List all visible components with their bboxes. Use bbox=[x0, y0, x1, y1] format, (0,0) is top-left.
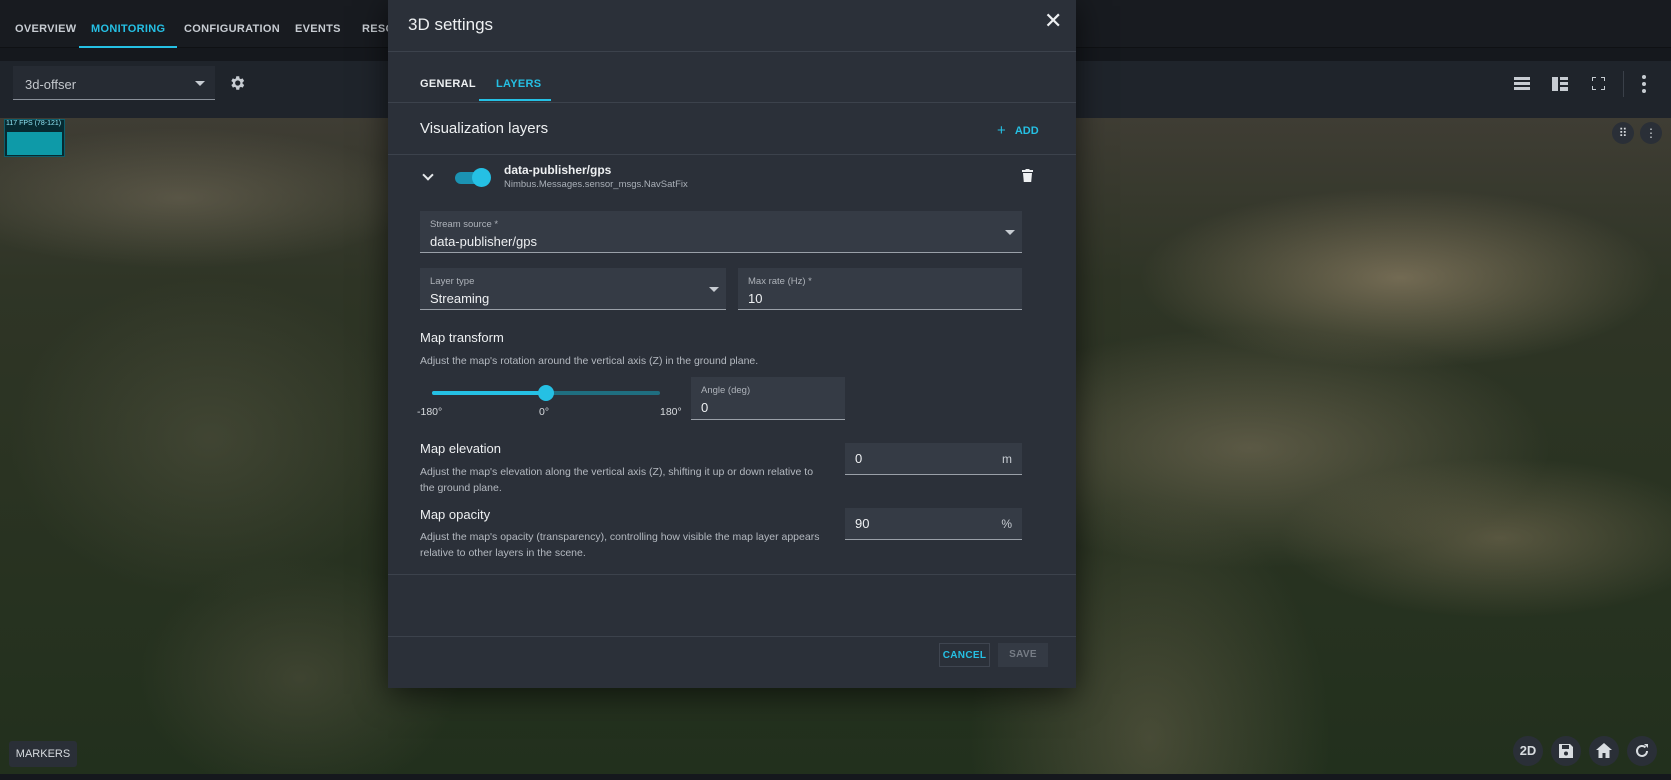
rotation-slider-fill bbox=[432, 391, 546, 395]
layer-type-label: Layer type bbox=[430, 276, 475, 287]
tab-events[interactable]: EVENTS bbox=[295, 0, 341, 48]
max-rate-input[interactable]: Max rate (Hz) * 10 bbox=[738, 268, 1022, 310]
max-rate-value: 10 bbox=[748, 291, 763, 306]
more-vert-icon[interactable] bbox=[1642, 75, 1646, 93]
bottom-strip bbox=[0, 774, 1671, 780]
map-elevation-title: Map elevation bbox=[420, 441, 501, 456]
tab-overview[interactable]: OVERVIEW bbox=[15, 0, 77, 48]
stream-source-label: Stream source * bbox=[430, 219, 499, 230]
divider bbox=[388, 636, 1076, 637]
elevation-unit: m bbox=[1002, 452, 1012, 466]
map-opacity-description-line1: Adjust the map's opacity (transparency),… bbox=[420, 531, 820, 543]
save-view-button[interactable] bbox=[1551, 736, 1581, 766]
dashboard-select-value: 3d-offser bbox=[25, 77, 77, 92]
divider bbox=[388, 102, 1076, 103]
map-more-vert-icon[interactable]: ⋮ bbox=[1640, 122, 1662, 144]
visualization-layers-title: Visualization layers bbox=[420, 120, 549, 137]
cancel-button[interactable]: CANCEL bbox=[939, 643, 990, 667]
tab-layers[interactable]: LAYERS bbox=[496, 78, 541, 90]
fullscreen-icon[interactable] bbox=[1592, 77, 1605, 90]
opacity-input[interactable]: 90 % bbox=[845, 508, 1022, 540]
tab-general[interactable]: GENERAL bbox=[420, 78, 476, 90]
divider bbox=[388, 574, 1076, 575]
home-view-button[interactable] bbox=[1589, 736, 1619, 766]
chevron-down-icon bbox=[1005, 230, 1015, 235]
divider bbox=[388, 51, 1076, 52]
layer-name: data-publisher/gps bbox=[504, 163, 612, 177]
map-opacity-title: Map opacity bbox=[420, 507, 491, 522]
chevron-down-icon[interactable] bbox=[422, 169, 434, 181]
map-opacity-description-line2: relative to other layers in the scene. bbox=[420, 547, 586, 559]
settings-dialog: 3D settings ✕ GENERAL LAYERS Visualizati… bbox=[388, 0, 1076, 688]
dashboard-select[interactable]: 3d-offser bbox=[13, 66, 215, 100]
dialog-title: 3D settings bbox=[408, 15, 494, 34]
home-icon bbox=[1596, 743, 1612, 758]
fps-graph bbox=[7, 132, 62, 155]
chevron-down-icon bbox=[709, 287, 719, 292]
refresh-icon bbox=[1636, 744, 1648, 757]
stream-source-value: data-publisher/gps bbox=[430, 234, 537, 249]
map-transform-description: Adjust the map's rotation around the ver… bbox=[420, 355, 759, 367]
drag-handle-icon[interactable]: ⠿ bbox=[1612, 122, 1634, 144]
save-icon bbox=[1559, 744, 1573, 758]
map-elevation-description-line1: Adjust the map's elevation along the ver… bbox=[420, 466, 814, 478]
add-layer-button[interactable]: + ADD bbox=[997, 121, 1039, 139]
stream-source-select[interactable]: Stream source * data-publisher/gps bbox=[420, 211, 1022, 253]
delete-icon[interactable] bbox=[1022, 169, 1033, 182]
layer-message-type: Nimbus.Messages.sensor_msgs.NavSatFix bbox=[504, 179, 688, 190]
max-rate-label: Max rate (Hz) * bbox=[748, 276, 812, 287]
markers-button[interactable]: MARKERS bbox=[9, 741, 77, 767]
opacity-value: 90 bbox=[855, 516, 870, 531]
map-elevation-description-line2: the ground plane. bbox=[420, 482, 502, 494]
add-label: ADD bbox=[1014, 125, 1039, 137]
gear-icon[interactable] bbox=[228, 74, 246, 92]
active-tab-indicator bbox=[479, 99, 551, 101]
angle-label: Angle (deg) bbox=[701, 385, 751, 396]
layer-enabled-toggle-thumb[interactable] bbox=[472, 168, 491, 187]
split-view-icon[interactable] bbox=[1552, 77, 1568, 91]
tab-monitoring[interactable]: MONITORING bbox=[79, 0, 178, 48]
divider bbox=[388, 154, 1076, 155]
rotation-slider-thumb[interactable] bbox=[538, 385, 554, 401]
fps-meter: 117 FPS (78-121) bbox=[4, 119, 65, 157]
map-transform-title: Map transform bbox=[420, 330, 504, 345]
close-icon[interactable]: ✕ bbox=[1044, 10, 1062, 32]
opacity-unit: % bbox=[1001, 517, 1012, 531]
layer-type-select[interactable]: Layer type Streaming bbox=[420, 268, 726, 310]
tab-configuration[interactable]: CONFIGURATION bbox=[184, 0, 280, 48]
chevron-down-icon bbox=[195, 81, 205, 86]
fps-text: 117 FPS (78-121) bbox=[6, 120, 62, 127]
refresh-button[interactable] bbox=[1627, 736, 1657, 766]
layer-type-value: Streaming bbox=[430, 291, 490, 306]
angle-input[interactable]: Angle (deg) 0 bbox=[691, 377, 845, 420]
slider-min-label: -180° bbox=[417, 406, 443, 418]
slider-mid-label: 0° bbox=[539, 406, 550, 418]
elevation-input[interactable]: 0 m bbox=[845, 443, 1022, 475]
angle-value: 0 bbox=[701, 400, 709, 415]
elevation-value: 0 bbox=[855, 451, 863, 466]
toolbar-divider bbox=[1623, 71, 1624, 97]
plus-icon: + bbox=[997, 122, 1006, 139]
list-view-icon[interactable] bbox=[1514, 77, 1530, 91]
slider-max-label: 180° bbox=[660, 406, 682, 418]
save-button[interactable]: SAVE bbox=[998, 643, 1048, 667]
view-mode-2d-button[interactable]: 2D bbox=[1513, 736, 1543, 766]
